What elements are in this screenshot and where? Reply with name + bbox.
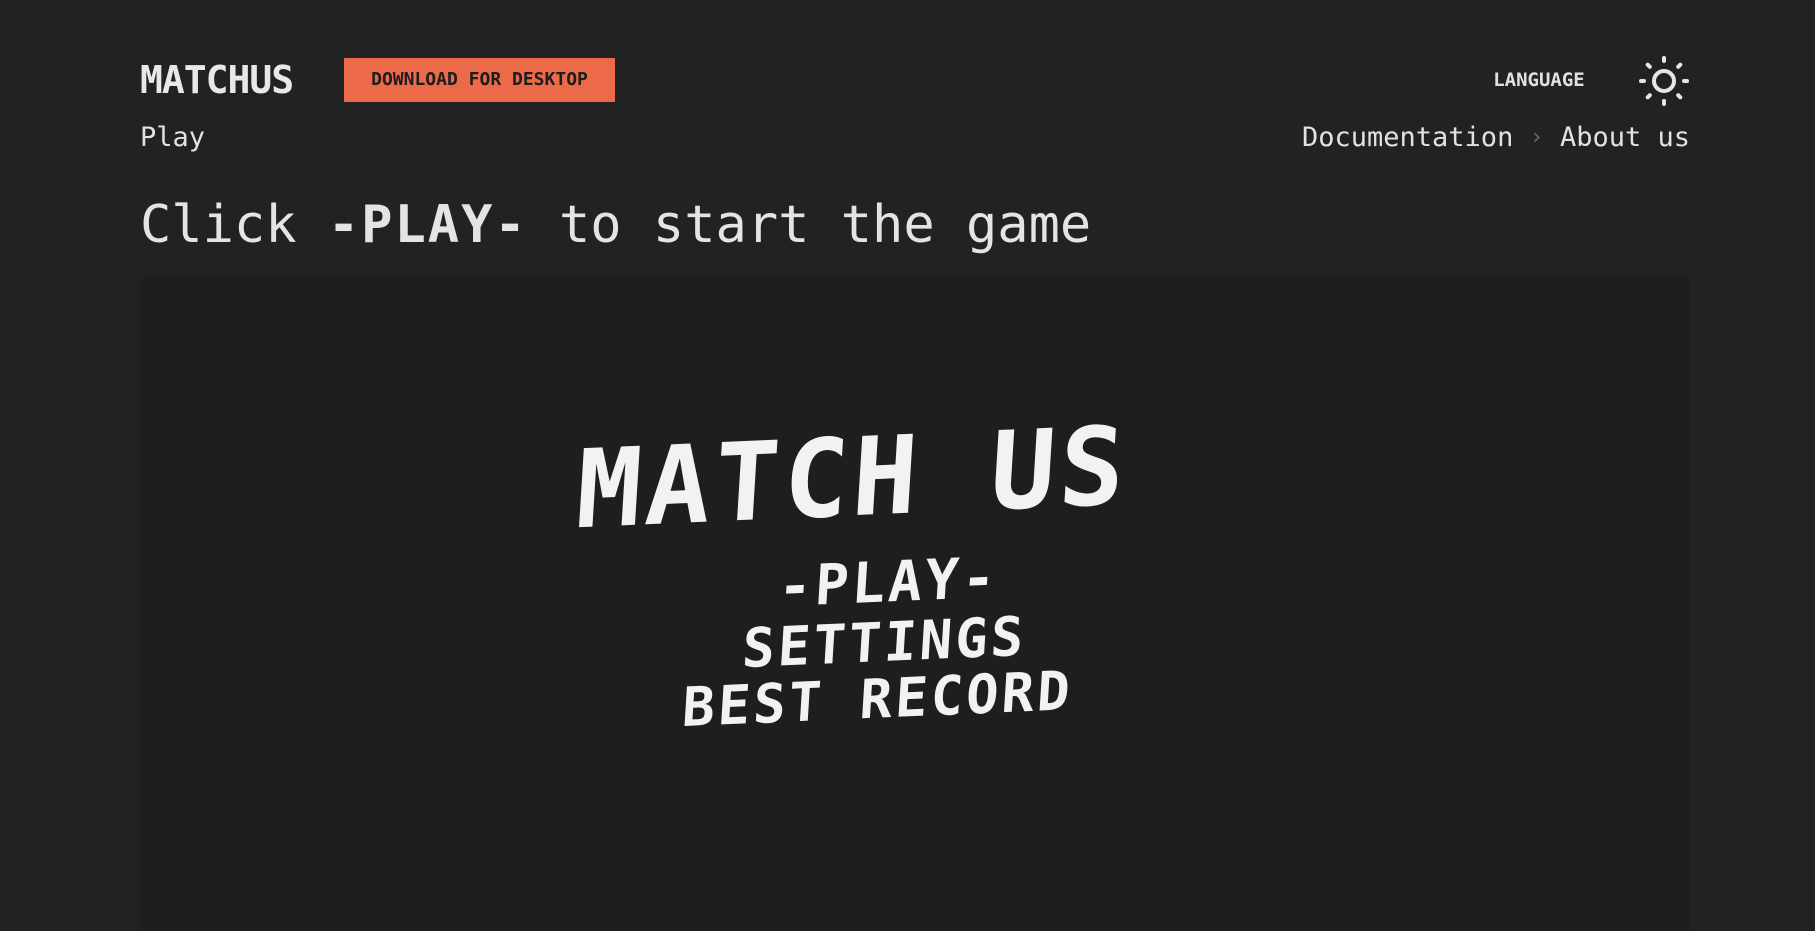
game-main-menu: MATCH US -PLAY- SETTINGS BEST RECORD [140, 277, 1690, 931]
instruction-prefix: Click [140, 195, 328, 255]
chevron-right-icon: › [1530, 125, 1544, 150]
nav-documentation-link[interactable]: Documentation [1302, 120, 1513, 156]
page-instruction: Click -PLAY- to start the game [140, 192, 1091, 258]
game-canvas[interactable]: MATCH US -PLAY- SETTINGS BEST RECORD [140, 277, 1690, 931]
game-title: MATCH US [572, 403, 1133, 554]
brand-logo[interactable]: MATCHUS [140, 57, 294, 103]
nav-play-link[interactable]: Play [140, 120, 205, 156]
instruction-suffix: to start the game [527, 195, 1092, 255]
download-desktop-button[interactable]: DOWNLOAD FOR DESKTOP [344, 58, 615, 102]
page: MATCHUS DOWNLOAD FOR DESKTOP LANGUAGE Pl… [0, 0, 1815, 931]
theme-toggle-button[interactable] [1638, 55, 1690, 107]
language-button[interactable]: LANGUAGE [1480, 67, 1598, 93]
sun-icon [1639, 56, 1689, 106]
instruction-highlight: -PLAY- [327, 195, 528, 255]
menu-best-record-option[interactable]: BEST RECORD [680, 659, 1074, 739]
nav-about-link[interactable]: About us [1560, 120, 1690, 156]
breadcrumb-nav: Documentation › About us [1302, 120, 1690, 156]
